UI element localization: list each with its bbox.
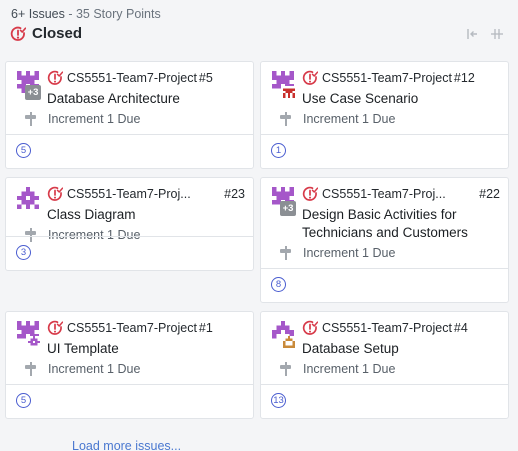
extra-assignees-badge: +3 bbox=[280, 201, 296, 216]
assignee-avatar: +3 bbox=[17, 71, 41, 100]
repo-name: CS5551-Team7-Proj... bbox=[322, 187, 446, 201]
assignee-avatar-secondary bbox=[28, 336, 40, 348]
collapse-icon[interactable] bbox=[465, 27, 479, 41]
summary-separator: - bbox=[64, 7, 76, 21]
repo-name: CS5551-Team7-Proj... bbox=[67, 187, 191, 201]
issue-number[interactable]: #4 bbox=[454, 321, 468, 335]
story-points-badge: 3 bbox=[16, 245, 31, 260]
issue-reference: CS5551-Team7-Proj... #22 bbox=[302, 186, 500, 202]
milestone-label: Increment 1 Due bbox=[303, 112, 396, 126]
issue-title[interactable]: Database Architecture bbox=[47, 90, 243, 108]
repo-name: CS5551-Team7-Project bbox=[322, 321, 452, 335]
closed-issue-icon bbox=[302, 186, 318, 201]
assignee-avatar-secondary bbox=[283, 86, 295, 98]
card-footer: 8 bbox=[261, 268, 508, 302]
issue-count: 6+ Issues bbox=[11, 7, 65, 21]
expand-icon[interactable] bbox=[490, 27, 504, 41]
milestone-icon bbox=[280, 246, 291, 260]
story-points-badge: 1 bbox=[271, 143, 286, 158]
closed-issue-icon bbox=[10, 26, 26, 41]
assignee-avatar bbox=[17, 187, 39, 209]
issue-title[interactable]: Class Diagram bbox=[47, 206, 243, 224]
repo-name: CS5551-Team7-Project bbox=[67, 71, 197, 85]
card-footer: 3 bbox=[6, 236, 253, 270]
closed-issue-icon bbox=[47, 186, 63, 201]
issue-reference: CS5551-Team7-Project #12 bbox=[302, 70, 500, 86]
assignee-avatar bbox=[17, 321, 40, 348]
closed-issue-icon bbox=[47, 320, 63, 335]
issue-card[interactable]: CS5551-Team7-Proj... #23 Class Diagram I… bbox=[5, 177, 254, 271]
milestone-label: Increment 1 Due bbox=[303, 246, 396, 260]
issue-card[interactable]: +3 CS5551-Team7-Project #5 Database Arch… bbox=[5, 61, 254, 169]
issue-number[interactable]: #1 bbox=[199, 321, 213, 335]
issue-card[interactable]: CS5551-Team7-Project #1 UI Template Incr… bbox=[5, 311, 254, 419]
extra-assignees-badge: +3 bbox=[25, 85, 41, 100]
repo-name: CS5551-Team7-Project bbox=[67, 321, 197, 335]
assignee-avatar-secondary bbox=[283, 336, 295, 348]
issue-title[interactable]: Database Setup bbox=[302, 340, 498, 358]
issue-title[interactable]: Use Case Scenario bbox=[302, 90, 498, 108]
issue-card[interactable]: CS5551-Team7-Project #4 Database Setup I… bbox=[260, 311, 509, 419]
assignee-avatar: +3 bbox=[272, 187, 296, 216]
milestone-icon bbox=[280, 112, 291, 126]
milestone[interactable]: Increment 1 Due bbox=[24, 362, 140, 376]
milestone-icon bbox=[25, 112, 36, 126]
issue-number[interactable]: #22 bbox=[479, 187, 500, 201]
story-points-badge: 5 bbox=[16, 393, 31, 408]
card-footer: 13 bbox=[261, 384, 508, 418]
issue-card[interactable]: +3 CS5551-Team7-Proj... #22 Design Basic… bbox=[260, 177, 509, 303]
issue-number[interactable]: #23 bbox=[224, 187, 245, 201]
repo-name: CS5551-Team7-Project bbox=[322, 71, 452, 85]
milestone[interactable]: Increment 1 Due bbox=[279, 362, 395, 376]
issue-number[interactable]: #5 bbox=[199, 71, 213, 85]
story-points-badge: 8 bbox=[271, 277, 286, 292]
milestone-label: Increment 1 Due bbox=[303, 362, 396, 376]
assignee-avatar bbox=[272, 321, 295, 348]
card-footer: 5 bbox=[6, 134, 253, 168]
issue-reference: CS5551-Team7-Project #5 bbox=[47, 70, 245, 86]
milestone[interactable]: Increment 1 Due bbox=[279, 246, 395, 260]
assignee-avatar bbox=[272, 71, 295, 98]
load-more-link[interactable]: Load more issues... bbox=[72, 439, 181, 451]
column-title-text: Closed bbox=[32, 25, 83, 42]
card-footer: 1 bbox=[261, 134, 508, 168]
closed-issue-icon bbox=[47, 70, 63, 85]
issue-card[interactable]: CS5551-Team7-Project #12 Use Case Scenar… bbox=[260, 61, 509, 169]
story-points-badge: 13 bbox=[271, 393, 286, 408]
milestone-icon bbox=[25, 362, 36, 376]
issue-title[interactable]: UI Template bbox=[47, 340, 243, 358]
issue-number[interactable]: #12 bbox=[454, 71, 475, 85]
column-summary: 6+ Issues - 35 Story Points bbox=[11, 7, 161, 21]
milestone-icon bbox=[280, 362, 291, 376]
story-points-badge: 5 bbox=[16, 143, 31, 158]
closed-issue-icon bbox=[302, 320, 318, 335]
milestone-label: Increment 1 Due bbox=[48, 112, 141, 126]
column-header: 6+ Issues - 35 Story Points Closed bbox=[0, 0, 518, 52]
story-points-total: 35 Story Points bbox=[75, 7, 161, 21]
issue-reference: CS5551-Team7-Project #1 bbox=[47, 320, 245, 336]
milestone-label: Increment 1 Due bbox=[48, 362, 141, 376]
milestone[interactable]: Increment 1 Due bbox=[279, 112, 395, 126]
column-title: Closed bbox=[10, 25, 82, 42]
issue-reference: CS5551-Team7-Project #4 bbox=[302, 320, 500, 336]
issue-reference: CS5551-Team7-Proj... #23 bbox=[47, 186, 245, 202]
issue-title[interactable]: Design Basic Activities for Technicians … bbox=[302, 206, 498, 242]
card-footer: 5 bbox=[6, 384, 253, 418]
closed-issue-icon bbox=[302, 70, 318, 85]
milestone[interactable]: Increment 1 Due bbox=[24, 112, 140, 126]
